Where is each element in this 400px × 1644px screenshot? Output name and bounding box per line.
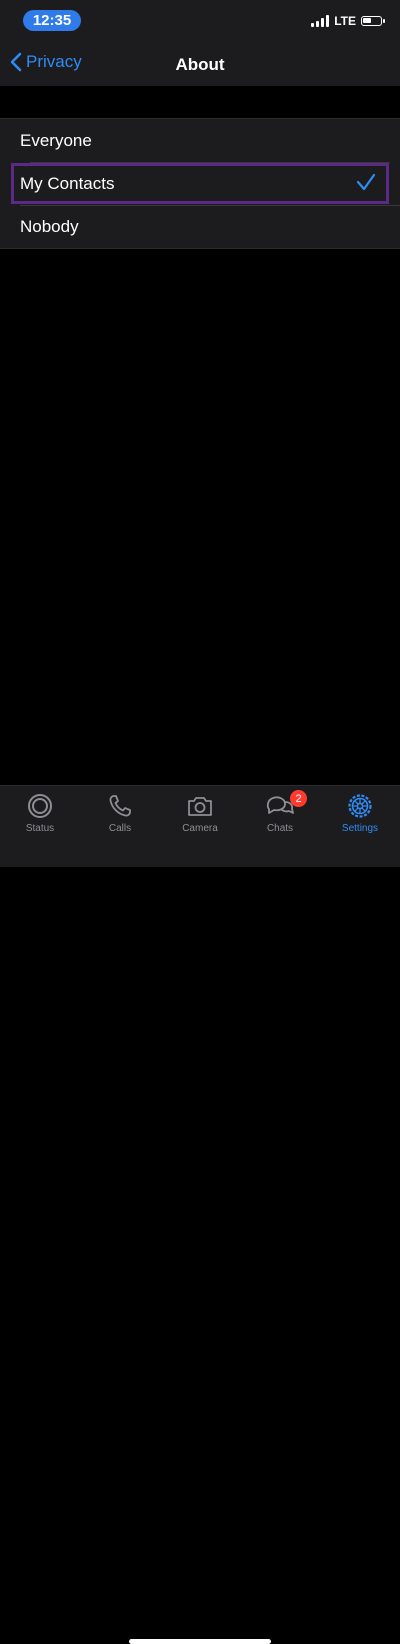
option-everyone[interactable]: Everyone <box>0 119 400 162</box>
about-visibility-options: Everyone My Contacts Nobody <box>0 118 400 249</box>
tab-label: Status <box>25 823 55 834</box>
tab-label: Camera <box>182 823 218 834</box>
tab-calls[interactable]: Calls <box>80 786 160 836</box>
status-ring-icon <box>28 794 52 818</box>
tab-settings[interactable]: Settings <box>320 786 400 836</box>
option-my-contacts[interactable]: My Contacts <box>10 162 390 205</box>
tab-label: Calls <box>108 823 132 834</box>
status-time[interactable]: 12:35 <box>23 10 81 31</box>
tab-camera[interactable]: Camera <box>160 786 240 836</box>
signal-icon <box>311 15 330 27</box>
option-label: My Contacts <box>20 173 115 193</box>
navigation-bar: Privacy About <box>0 44 400 86</box>
checkmark-icon <box>356 173 376 191</box>
network-type: LTE <box>334 14 356 28</box>
phone-icon <box>109 795 131 817</box>
option-label: Nobody <box>20 216 79 236</box>
camera-icon <box>188 797 212 816</box>
option-label: Everyone <box>20 130 92 150</box>
tab-chats[interactable]: 2 Chats <box>240 786 320 836</box>
tab-label: Settings <box>341 823 379 834</box>
battery-level <box>363 18 371 23</box>
battery-icon <box>361 16 385 26</box>
status-indicators: LTE <box>311 14 385 28</box>
page-title: About <box>175 55 225 74</box>
tab-status[interactable]: Status <box>0 786 80 836</box>
tab-label: Chats <box>266 823 294 834</box>
home-indicator[interactable] <box>129 1639 271 1644</box>
unread-badge: 2 <box>290 790 307 807</box>
status-bar: 12:35 LTE <box>0 0 400 44</box>
gear-icon <box>348 794 372 818</box>
option-nobody[interactable]: Nobody <box>0 205 400 248</box>
tab-bar: Status Calls Camera 2 Chats Settings <box>0 785 400 1644</box>
